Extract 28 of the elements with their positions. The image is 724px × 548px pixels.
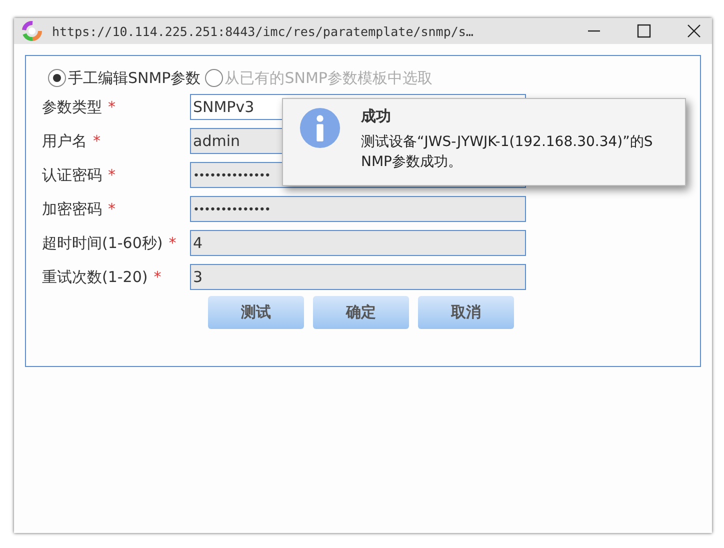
required-mark: * (154, 268, 162, 286)
maximize-icon[interactable] (636, 23, 652, 39)
required-mark: * (108, 98, 116, 116)
required-mark: * (93, 132, 100, 150)
message-title: 成功 (361, 107, 392, 126)
field-label: 用户名 (42, 132, 87, 150)
field-label: 加密密码 (42, 200, 102, 218)
field-label: 重试次数(1-20) (42, 268, 148, 286)
app-logo-icon (22, 21, 42, 41)
dialog-button[interactable]: 测试 (208, 296, 304, 329)
radio-icon[interactable] (48, 69, 66, 87)
radio-icon[interactable] (204, 69, 223, 87)
input-field[interactable]: 3 (190, 264, 526, 290)
close-icon[interactable] (686, 23, 702, 39)
field-label: 认证密码 (42, 166, 102, 184)
input-field[interactable]: •••••••••••••• (190, 196, 526, 222)
field-label: 参数类型 (42, 98, 102, 116)
required-mark: * (108, 166, 116, 184)
field-label: 超时时间(1-60秒) (42, 234, 163, 252)
message-text: 测试设备“JWS-JYWJK-1(192.168.30.34)”的SNMP参数成功。 (361, 133, 654, 172)
radio-option[interactable]: 手工编辑SNMP参数 (48, 68, 201, 88)
required-mark: * (168, 234, 176, 252)
dialog-button[interactable]: 确定 (313, 296, 409, 329)
window-title: https://10.114.225.251:8443/imc/res/paratemplate/snmp/s… (52, 24, 474, 38)
required-mark: * (108, 200, 116, 218)
info-icon (299, 107, 341, 149)
dialog-button[interactable]: 取消 (418, 296, 514, 329)
input-field[interactable]: 4 (190, 230, 526, 256)
